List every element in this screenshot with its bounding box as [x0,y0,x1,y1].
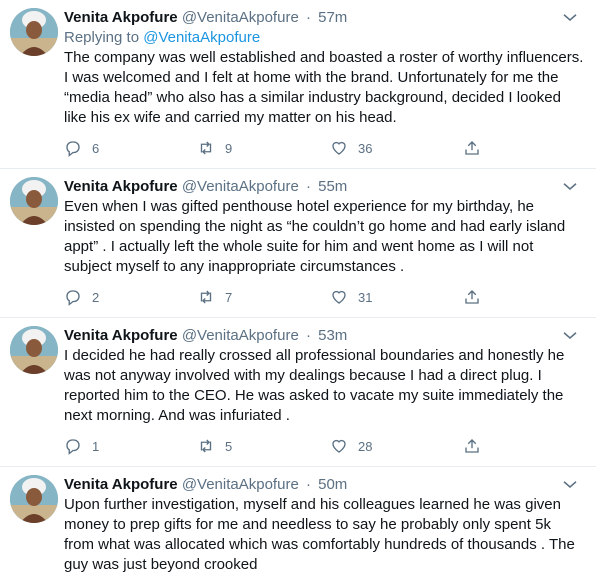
replying-to: Replying to @VenitaAkpofure [64,28,584,48]
share-icon [465,439,479,453]
tweet-text: Even when I was gifted penthouse hotel e… [64,198,566,275]
heart-icon [332,290,346,304]
tweet[interactable]: Venita Akpofure @VenitaAkpofure · 53m I … [0,318,596,467]
separator-dot: · [305,327,311,344]
heart-icon [332,141,346,155]
retweet-button[interactable]: 9 [197,139,330,157]
display-name[interactable]: Venita Akpofure [64,178,178,195]
reply-count: 6 [92,140,100,156]
tweet-header: Venita Akpofure @VenitaAkpofure · 57m [64,8,584,28]
share-button[interactable] [463,139,491,157]
avatar[interactable] [10,8,58,56]
tweet-text: Upon further investigation, myself and h… [64,496,575,573]
replying-to-label: Replying to [64,29,144,46]
reply-icon [66,439,80,455]
share-button[interactable] [463,437,491,455]
avatar[interactable] [10,177,58,225]
more-options-icon[interactable] [558,177,582,195]
more-options-icon[interactable] [558,475,582,493]
tweet-text: I decided he had really crossed all prof… [64,347,565,424]
tweet-header: Venita Akpofure @VenitaAkpofure · 55m [64,177,584,197]
like-count: 36 [358,140,373,156]
share-button[interactable] [463,288,491,306]
reply-icon [66,290,80,306]
heart-icon [332,439,346,453]
reply-button[interactable]: 2 [64,288,197,306]
reply-button[interactable]: 6 [64,139,197,157]
tweet-actions: 2 7 31 [64,287,584,307]
retweet-count: 7 [225,289,233,305]
tweet-header: Venita Akpofure @VenitaAkpofure · 53m [64,326,584,346]
user-handle[interactable]: @VenitaAkpofure [182,327,299,344]
user-handle[interactable]: @VenitaAkpofure [182,9,299,26]
tweet-thread: Venita Akpofure @VenitaAkpofure · 57m Re… [0,0,596,585]
share-icon [465,141,479,155]
tweet[interactable]: Venita Akpofure @VenitaAkpofure · 55m Ev… [0,169,596,318]
mention-link[interactable]: @VenitaAkpofure [143,29,260,46]
reply-button[interactable]: 1 [64,437,197,455]
display-name[interactable]: Venita Akpofure [64,476,178,493]
more-options-icon[interactable] [558,8,582,26]
like-count: 28 [358,438,373,454]
more-options-icon[interactable] [558,326,582,344]
tweet-actions: 6 9 36 [64,138,584,158]
retweet-icon [200,141,212,155]
avatar[interactable] [10,326,58,374]
retweet-icon [200,439,212,453]
share-icon [465,290,479,304]
reply-count: 1 [92,438,100,454]
tweet-actions: 1 5 28 [64,436,584,456]
separator-dot: · [305,9,311,26]
like-count: 31 [358,289,373,305]
user-handle[interactable]: @VenitaAkpofure [182,178,299,195]
display-name[interactable]: Venita Akpofure [64,9,178,26]
reply-icon [66,141,80,157]
tweet[interactable]: Venita Akpofure @VenitaAkpofure · 50m Up… [0,467,596,585]
user-handle[interactable]: @VenitaAkpofure [182,476,299,493]
timestamp[interactable]: 57m [318,9,347,26]
timestamp[interactable]: 50m [318,476,347,493]
retweet-count: 5 [225,438,233,454]
like-button[interactable]: 31 [330,288,463,306]
timestamp[interactable]: 55m [318,178,347,195]
tweet-text: The company was well established and boa… [64,49,584,126]
display-name[interactable]: Venita Akpofure [64,327,178,344]
retweet-icon [200,290,212,304]
retweet-button[interactable]: 7 [197,288,330,306]
retweet-count: 9 [225,140,233,156]
like-button[interactable]: 36 [330,139,463,157]
retweet-button[interactable]: 5 [197,437,330,455]
separator-dot: · [305,178,311,195]
reply-count: 2 [92,289,100,305]
avatar[interactable] [10,475,58,523]
like-button[interactable]: 28 [330,437,463,455]
tweet[interactable]: Venita Akpofure @VenitaAkpofure · 57m Re… [0,0,596,169]
tweet-header: Venita Akpofure @VenitaAkpofure · 50m [64,475,584,495]
timestamp[interactable]: 53m [318,327,347,344]
separator-dot: · [305,476,311,493]
